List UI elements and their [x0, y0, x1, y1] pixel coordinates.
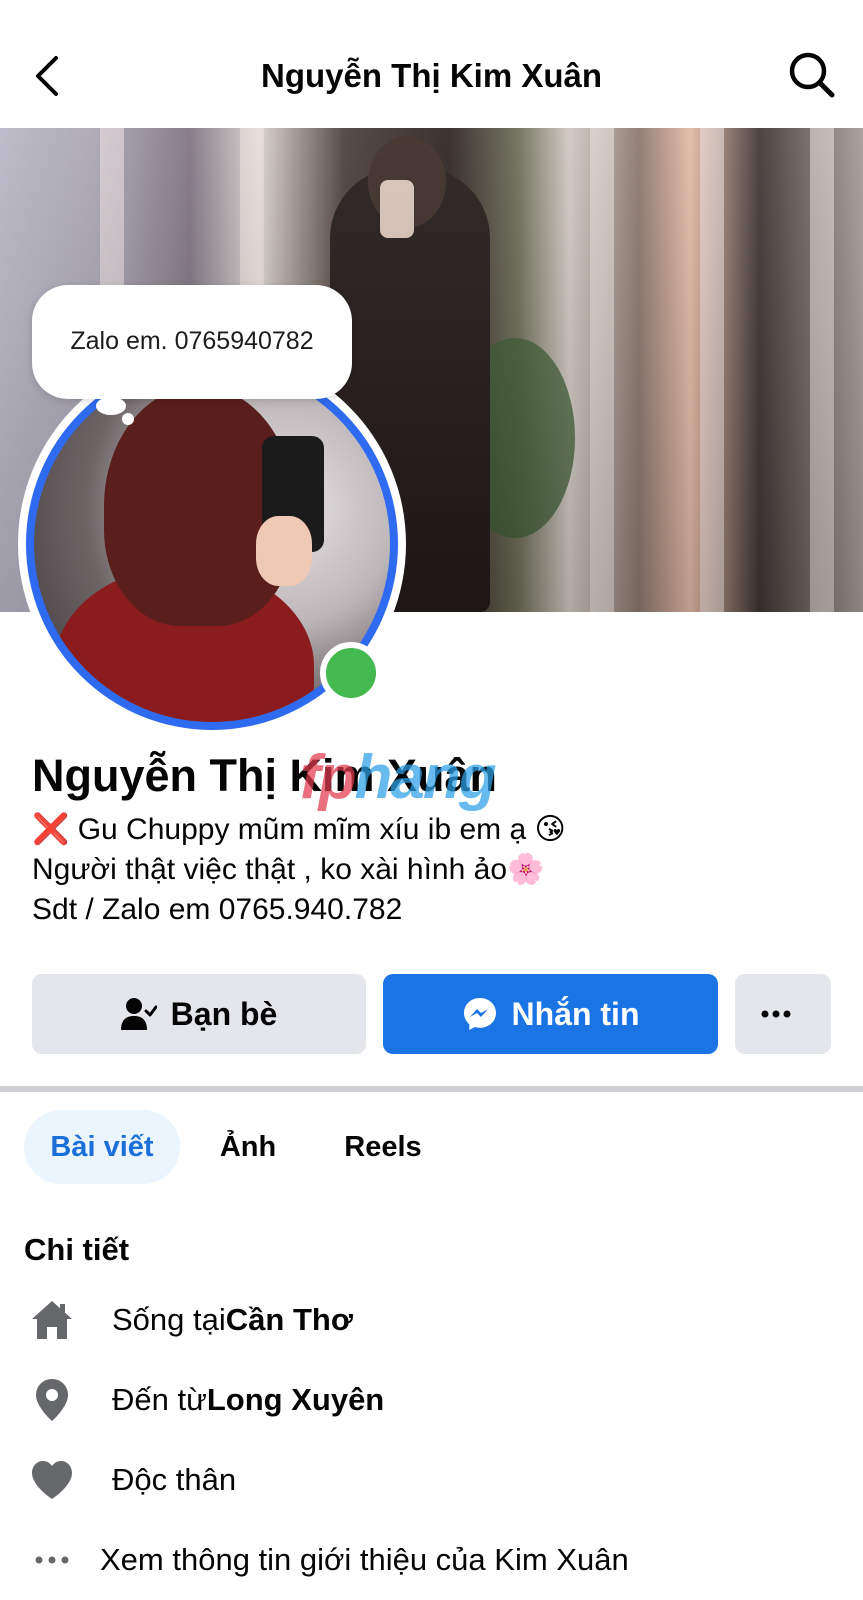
detail-lives-in-prefix: Sống tại — [112, 1302, 226, 1337]
location-pin-icon — [28, 1376, 76, 1424]
heart-icon — [28, 1456, 76, 1504]
profile-bio: ❌ Gu Chuppy mũm mĩm xíu ib em ạ 😘 Người … — [32, 810, 832, 930]
message-button[interactable]: Nhắn tin — [383, 974, 718, 1054]
tab-posts[interactable]: Bài viết — [24, 1110, 180, 1184]
details-heading: Chi tiết — [24, 1232, 130, 1267]
more-dots-icon — [28, 1536, 76, 1584]
friends-button[interactable]: Bạn bè — [32, 974, 366, 1054]
more-dots-icon — [761, 1010, 791, 1018]
online-status-dot — [320, 642, 382, 704]
detail-relationship: Độc thân — [28, 1450, 236, 1510]
bio-line-1-text: Gu Chuppy mũm mĩm xíu ib em ạ 😘 — [69, 813, 566, 846]
tab-reels[interactable]: Reels — [328, 1110, 438, 1184]
see-about-info-label: Xem thông tin giới thiệu của Kim Xuân — [100, 1542, 629, 1577]
bio-line-1: ❌ Gu Chuppy mũm mĩm xíu ib em ạ 😘 — [32, 810, 832, 850]
detail-from-value[interactable]: Long Xuyên — [207, 1382, 384, 1418]
see-about-info-link[interactable]: Xem thông tin giới thiệu của Kim Xuân — [28, 1530, 629, 1590]
detail-from: Đến từ Long Xuyên — [28, 1370, 384, 1430]
note-bubble-tail — [122, 413, 134, 425]
bio-line-2: Người thật việc thật , ko xài hình ảo🌸 — [32, 853, 545, 886]
tab-photos[interactable]: Ảnh — [208, 1110, 288, 1184]
search-button[interactable] — [787, 50, 837, 100]
friends-button-label: Bạn bè — [170, 995, 278, 1032]
watermark-part1: fp — [300, 743, 357, 812]
bio-line-3: Sdt / Zalo em 0765.940.782 — [32, 893, 403, 926]
home-icon — [28, 1296, 76, 1344]
search-icon — [789, 52, 835, 98]
messenger-icon — [463, 998, 496, 1030]
watermark-part2: hang — [354, 743, 497, 812]
friend-check-icon — [120, 998, 157, 1030]
detail-lives-in-value[interactable]: Cần Thơ — [226, 1302, 353, 1338]
more-options-button[interactable] — [735, 974, 831, 1054]
section-divider — [0, 1086, 863, 1092]
avatar-hand — [256, 516, 312, 586]
detail-from-prefix: Đến từ — [112, 1382, 207, 1417]
page-title: Nguyễn Thị Kim Xuân — [260, 57, 603, 94]
note-bubble[interactable]: Zalo em. 0765940782 — [32, 285, 352, 399]
watermark-logo: fphang — [300, 742, 497, 814]
top-bar: Nguyễn Thị Kim Xuân — [0, 0, 863, 128]
note-bubble-tail — [96, 397, 126, 415]
message-button-label: Nhắn tin — [511, 995, 640, 1032]
cross-mark-icon: ❌ — [32, 813, 70, 846]
detail-relationship-text: Độc thân — [112, 1462, 237, 1497]
detail-lives-in: Sống tại Cần Thơ — [28, 1290, 353, 1350]
note-text: Zalo em. 0765940782 — [70, 327, 314, 355]
